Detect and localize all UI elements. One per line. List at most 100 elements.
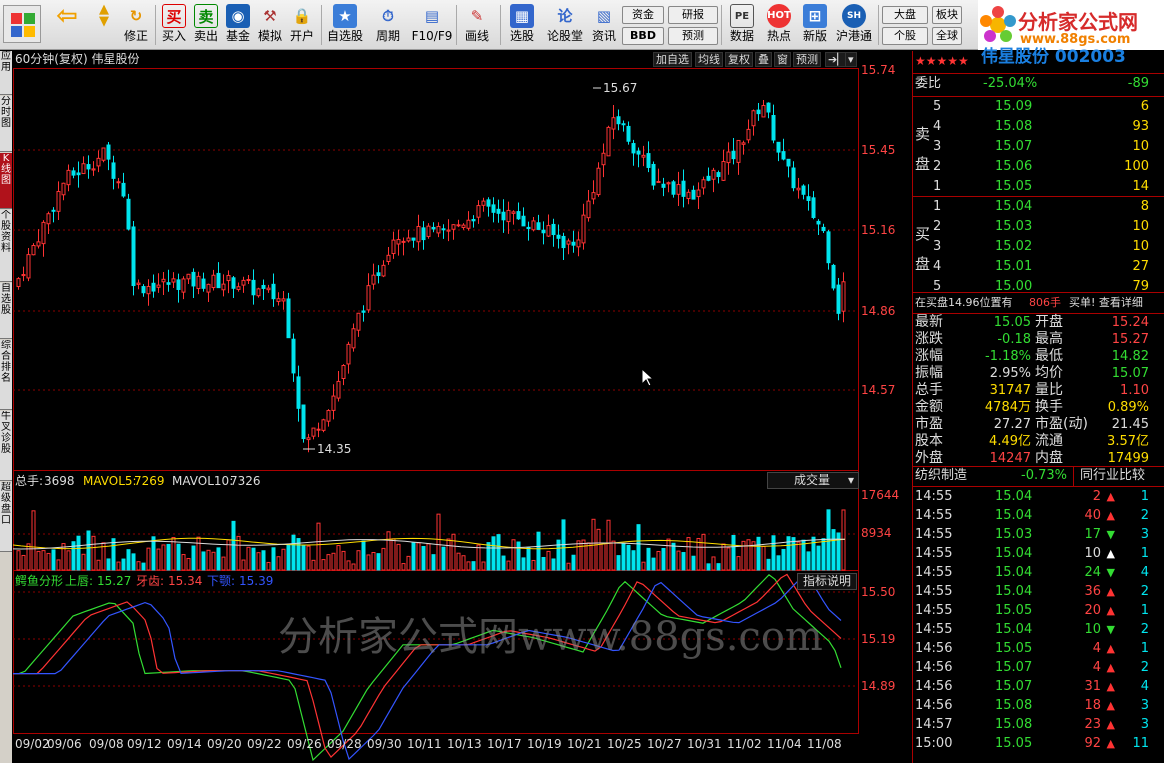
watermark: 分析家公式网www.88gs.com xyxy=(278,614,823,660)
stock-picker-button[interactable]: ▦ 选股 xyxy=(502,2,542,48)
upper-lip-value: 15.27 xyxy=(97,574,131,588)
volume-total: 3698 xyxy=(44,474,75,488)
sell-order-row[interactable]: 4 15.08 93 xyxy=(913,117,1164,137)
app-menu-icon[interactable] xyxy=(3,5,41,43)
simulate-button[interactable]: ⚒ 模拟 xyxy=(254,2,286,48)
mavol5-label: MAVOL5: xyxy=(83,474,137,488)
date-tick: 10/11 xyxy=(407,737,442,751)
sell-order-row[interactable]: 1 15.05 14 xyxy=(913,177,1164,197)
date-tick: 10/19 xyxy=(527,737,562,751)
draw-line-button[interactable]: ✎ 画线 xyxy=(458,2,496,48)
teeth-label: 牙齿: xyxy=(136,574,164,588)
volume-tick: 17644 xyxy=(861,488,899,502)
tick-row: 14:56 15.07 31 ▲ 4 xyxy=(915,679,1149,694)
buy-order-row[interactable]: 2 15.03 10 xyxy=(913,217,1164,237)
sector-button[interactable]: 板块 xyxy=(932,6,962,24)
price-tick: 14.57 xyxy=(861,383,895,397)
tab-apps[interactable]: 应用 xyxy=(0,51,12,95)
big-order-notice[interactable]: 在买盘14.96位置有 806手 买单! 查看详细 xyxy=(913,293,1164,313)
research-button[interactable]: 研报 xyxy=(668,6,718,24)
forum-button[interactable]: 论论股堂 xyxy=(544,2,586,48)
date-tick: 09/08 xyxy=(89,737,124,751)
tick-row: 14:56 15.05 4 ▲ 1 xyxy=(915,641,1149,656)
tab-intraday[interactable]: 分时图 xyxy=(0,96,12,152)
volume-bars xyxy=(16,509,846,571)
date-tick: 10/25 xyxy=(607,737,642,751)
date-tick: 10/21 xyxy=(567,737,602,751)
date-tick: 11/08 xyxy=(807,737,842,751)
global-button[interactable]: 全球 xyxy=(932,27,962,45)
upper-lip-label: 上唇: xyxy=(65,574,93,588)
tick-arrow-icon: ▲ xyxy=(1106,642,1115,655)
tab-stock-info[interactable]: 个股资料 xyxy=(0,210,12,282)
new-version-button[interactable]: ⊞ 新版 xyxy=(798,2,832,48)
date-tick: 09/30 xyxy=(367,737,402,751)
buy-order-row[interactable]: 4 15.01 27 xyxy=(913,257,1164,277)
buy-order-row[interactable]: 3 15.02 10 xyxy=(913,237,1164,257)
stat-row: 金额 4784万 换手 0.89% xyxy=(915,399,1149,415)
date-tick: 09/02 xyxy=(15,737,50,751)
date-tick: 10/27 xyxy=(647,737,682,751)
date-tick: 09/26 xyxy=(287,737,322,751)
period-button[interactable]: ⏱ 周期 xyxy=(368,2,408,48)
tick-row: 14:55 15.04 10 ▼ 2 xyxy=(915,622,1149,637)
market-button[interactable]: 大盘 xyxy=(882,6,928,24)
sell-order-row[interactable]: 5 15.09 6 xyxy=(913,97,1164,117)
tick-arrow-icon: ▲ xyxy=(1106,490,1115,503)
tab-ranking[interactable]: 综合排名 xyxy=(0,340,12,410)
buy-order-row[interactable]: 1 15.04 8 xyxy=(913,197,1164,217)
tick-arrow-icon: ▲ xyxy=(1106,585,1115,598)
volume-tick: 8934 xyxy=(861,526,892,540)
capital-button[interactable]: 资金 xyxy=(622,6,664,24)
stock-button[interactable]: 个股 xyxy=(882,27,928,45)
webi-row: 委比 -25.04% -89 xyxy=(915,76,1149,91)
back-arrow-icon[interactable]: ⇦ xyxy=(48,2,86,48)
price-tick: 15.16 xyxy=(861,223,895,237)
tick-row: 14:55 15.05 20 ▲ 1 xyxy=(915,603,1149,618)
tick-row: 14:55 15.03 17 ▼ 3 xyxy=(915,527,1149,542)
sell-order-row[interactable]: 3 15.07 10 xyxy=(913,137,1164,157)
hot-button[interactable]: HOT 热点 xyxy=(762,2,796,48)
sector-row[interactable]: 纺织制造 -0.73% 同行业比较 xyxy=(913,466,1164,486)
indicator-help-button[interactable]: 指标说明 xyxy=(797,573,857,590)
bbd-button[interactable]: BBD xyxy=(622,27,664,45)
tick-row: 14:56 15.08 18 ▲ 3 xyxy=(915,698,1149,713)
price-tick: 15.45 xyxy=(861,143,895,157)
teeth-value: 15.34 xyxy=(168,574,202,588)
sell-button[interactable]: 卖卖出 xyxy=(190,2,222,48)
buy-button[interactable]: 买买入 xyxy=(158,2,190,48)
tick-arrow-icon: ▲ xyxy=(1106,604,1115,617)
date-tick: 10/17 xyxy=(487,737,522,751)
compare-button[interactable]: 同行业比较 xyxy=(1073,466,1145,486)
tick-row: 14:55 15.04 2 ▲ 1 xyxy=(915,489,1149,504)
fund-button[interactable]: ◉ 基金 xyxy=(222,2,254,48)
watchlist-button[interactable]: ★ 自选股 xyxy=(324,2,366,48)
alligator-lines xyxy=(13,572,842,762)
stat-row: 涨幅 -1.18% 最低 14.82 xyxy=(915,348,1149,364)
tab-kline[interactable]: K线图 xyxy=(0,153,12,209)
date-tick: 09/20 xyxy=(207,737,242,751)
tick-arrow-icon: ▲ xyxy=(1106,737,1115,750)
tick-row: 15:00 15.05 92 ▲ 11 xyxy=(915,736,1149,751)
hk-connect-button[interactable]: SH 沪港通 xyxy=(834,2,874,48)
tab-super-tape[interactable]: 超级盘口 xyxy=(0,482,12,552)
volume-selector[interactable]: 成交量 ▾ xyxy=(767,472,859,489)
up-down-arrows-icon[interactable]: ▲ ▼ xyxy=(90,2,118,48)
date-tick: 09/12 xyxy=(127,737,162,751)
refresh-button[interactable]: ↻ 修正 xyxy=(120,2,152,48)
tab-watchlist[interactable]: 自选股 xyxy=(0,283,12,339)
jaw-label: 下颚: xyxy=(207,574,235,588)
jaw-value: 15.39 xyxy=(239,574,273,588)
dropdown-icon: ▾ xyxy=(847,473,854,487)
news-button[interactable]: ▧ 资讯 xyxy=(588,2,620,48)
forecast-button[interactable]: 预测 xyxy=(668,27,718,45)
mavol5-value: 7269 xyxy=(134,474,165,488)
price-tick: 14.86 xyxy=(861,304,895,318)
stat-row: 总手 31747 量比 1.10 xyxy=(915,382,1149,398)
tick-arrow-icon: ▼ xyxy=(1106,528,1115,541)
f10-button[interactable]: ▤ F10/F9 xyxy=(410,2,454,48)
tab-diagnosis[interactable]: 牛叉诊股 xyxy=(0,411,12,481)
data-button[interactable]: PE 数据 xyxy=(722,2,762,48)
open-account-button[interactable]: 🔒 开户 xyxy=(286,2,318,48)
sell-order-row[interactable]: 2 15.06 100 xyxy=(913,157,1164,177)
